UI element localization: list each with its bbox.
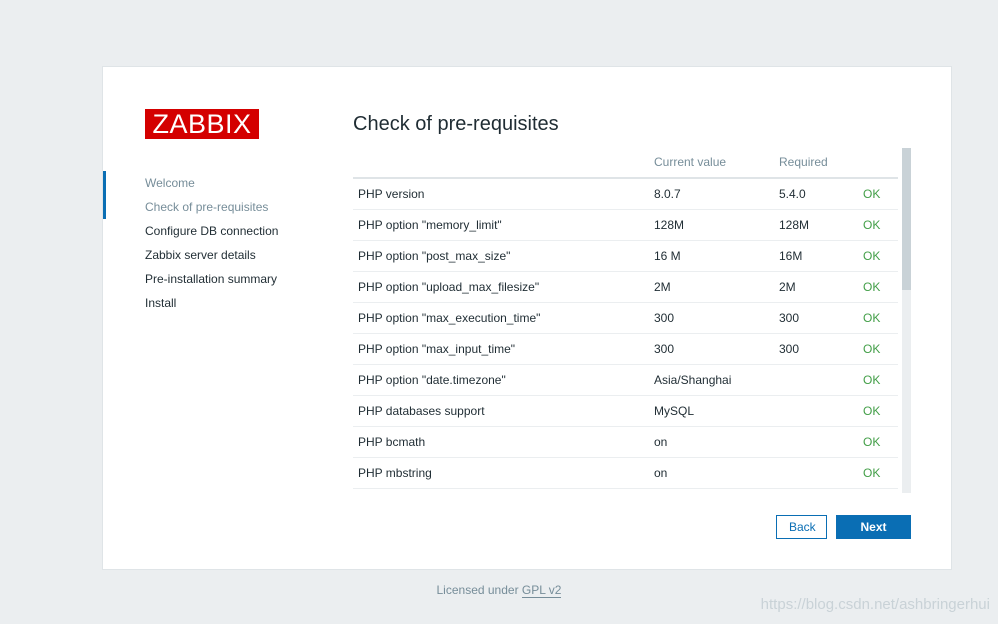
- cell-required-value: [774, 364, 858, 396]
- cell-required-value: 128M: [774, 209, 858, 241]
- setup-steps-nav: Welcome Check of pre-requisites Configur…: [103, 171, 333, 315]
- cell-name: PHP bcmath: [353, 426, 649, 458]
- cell-status: OK: [858, 178, 898, 210]
- cell-required-value: [774, 426, 858, 458]
- table-row: PHP option "mbstring.func_overload"offof…: [353, 488, 898, 493]
- cell-status: OK: [858, 302, 898, 334]
- cell-name: PHP option "max_input_time": [353, 333, 649, 365]
- cell-status: OK: [858, 426, 898, 458]
- cell-name: PHP option "max_execution_time": [353, 302, 649, 334]
- cell-current-value: off: [649, 488, 774, 493]
- watermark-text: https://blog.csdn.net/ashbringerhui: [760, 596, 990, 613]
- cell-status: OK: [858, 488, 898, 493]
- footer-license-text: Licensed under: [436, 583, 522, 597]
- step-pre-install-summary: Pre-installation summary: [145, 272, 278, 286]
- cell-current-value: 8.0.7: [649, 178, 774, 210]
- cell-status: OK: [858, 457, 898, 489]
- cell-name: PHP option "date.timezone": [353, 364, 649, 396]
- cell-name: PHP option "memory_limit": [353, 209, 649, 241]
- column-header-current: Current value: [649, 147, 774, 179]
- cell-name: PHP option "upload_max_filesize": [353, 271, 649, 303]
- cell-status: OK: [858, 209, 898, 241]
- next-step-button[interactable]: Next step: [836, 515, 911, 556]
- cell-status: OK: [858, 364, 898, 396]
- step-welcome: Welcome: [145, 176, 195, 190]
- step-server-details: Zabbix server details: [145, 248, 256, 262]
- step-configure-db: Configure DB connection: [145, 224, 279, 238]
- table-row: PHP version 8.0.7 5.4.0 OK: [353, 178, 898, 210]
- cell-current-value: 16 M: [649, 240, 774, 272]
- step-install: Install: [145, 296, 177, 310]
- table-row: PHP option "max_execution_time" 300 300 OK: [353, 302, 898, 334]
- step-check-prerequisites: Check of pre-requisites: [103, 171, 333, 219]
- cell-status: OK: [858, 395, 898, 427]
- table-row: PHP databases support MySQL OK: [353, 395, 898, 427]
- scrollbar-thumb[interactable]: [902, 148, 911, 290]
- table-scrollbar[interactable]: [902, 148, 911, 493]
- cell-current-value: 128M: [649, 209, 774, 241]
- column-header-required: Required: [774, 147, 858, 179]
- cell-required-value: 5.4.0: [774, 178, 858, 210]
- cell-required-value: 2M: [774, 271, 858, 303]
- cell-current-value: on: [649, 457, 774, 489]
- cell-name: PHP option "mbstring.func_overload": [353, 488, 649, 493]
- cell-current-value: 2M: [649, 271, 774, 303]
- cell-status: OK: [858, 333, 898, 365]
- back-button[interactable]: Back: [776, 515, 827, 539]
- table-row: PHP option "max_input_time" 300 300 OK: [353, 333, 898, 365]
- footer: Licensed under GPL v2: [0, 583, 998, 598]
- table-row: PHP option "date.timezone" Asia/Shanghai O…: [353, 364, 898, 396]
- cell-required-value: 300: [774, 333, 858, 365]
- setup-card: ZABBIX Welcome Check of pre-requisites C…: [102, 66, 952, 570]
- cell-status: OK: [858, 240, 898, 272]
- cell-name: PHP mbstring: [353, 457, 649, 489]
- cell-required-value: 300: [774, 302, 858, 334]
- column-header-name: [353, 147, 649, 179]
- table-row: PHP option "post_max_size" 16 M 16M OK: [353, 240, 898, 272]
- cell-current-value: 300: [649, 302, 774, 334]
- cell-required-value: [774, 395, 858, 427]
- cell-current-value: 300: [649, 333, 774, 365]
- column-header-status: [858, 147, 898, 179]
- cell-name: PHP databases support: [353, 395, 649, 427]
- page-title: Check of pre-requisites: [353, 113, 559, 135]
- table-row: PHP mbstring on OK: [353, 457, 898, 489]
- cell-name: PHP version: [353, 178, 649, 210]
- table-row: PHP option "upload_max_filesize" 2M 2M OK: [353, 271, 898, 303]
- table-header-row: Current value Required: [353, 147, 898, 179]
- table-row: PHP bcmath on OK: [353, 426, 898, 458]
- cell-current-value: MySQL: [649, 395, 774, 427]
- prerequisites-table: Current value Required PHP version 8.0.7 5…: [353, 147, 898, 493]
- zabbix-logo: ZABBIX: [145, 109, 259, 139]
- cell-required-value: [774, 457, 858, 489]
- cell-name: PHP option "post_max_size": [353, 240, 649, 272]
- cell-required-value: off: [774, 488, 858, 493]
- prerequisites-table-container[interactable]: Current value Required PHP version 8.0.7 5…: [353, 147, 911, 493]
- cell-required-value: 16M: [774, 240, 858, 272]
- cell-status: OK: [858, 271, 898, 303]
- license-link[interactable]: GPL v2: [521, 583, 562, 598]
- cell-current-value: Asia/Shanghai: [649, 364, 774, 396]
- cell-current-value: on: [649, 426, 774, 458]
- table-row: PHP option "memory_limit" 128M 128M OK: [353, 209, 898, 241]
